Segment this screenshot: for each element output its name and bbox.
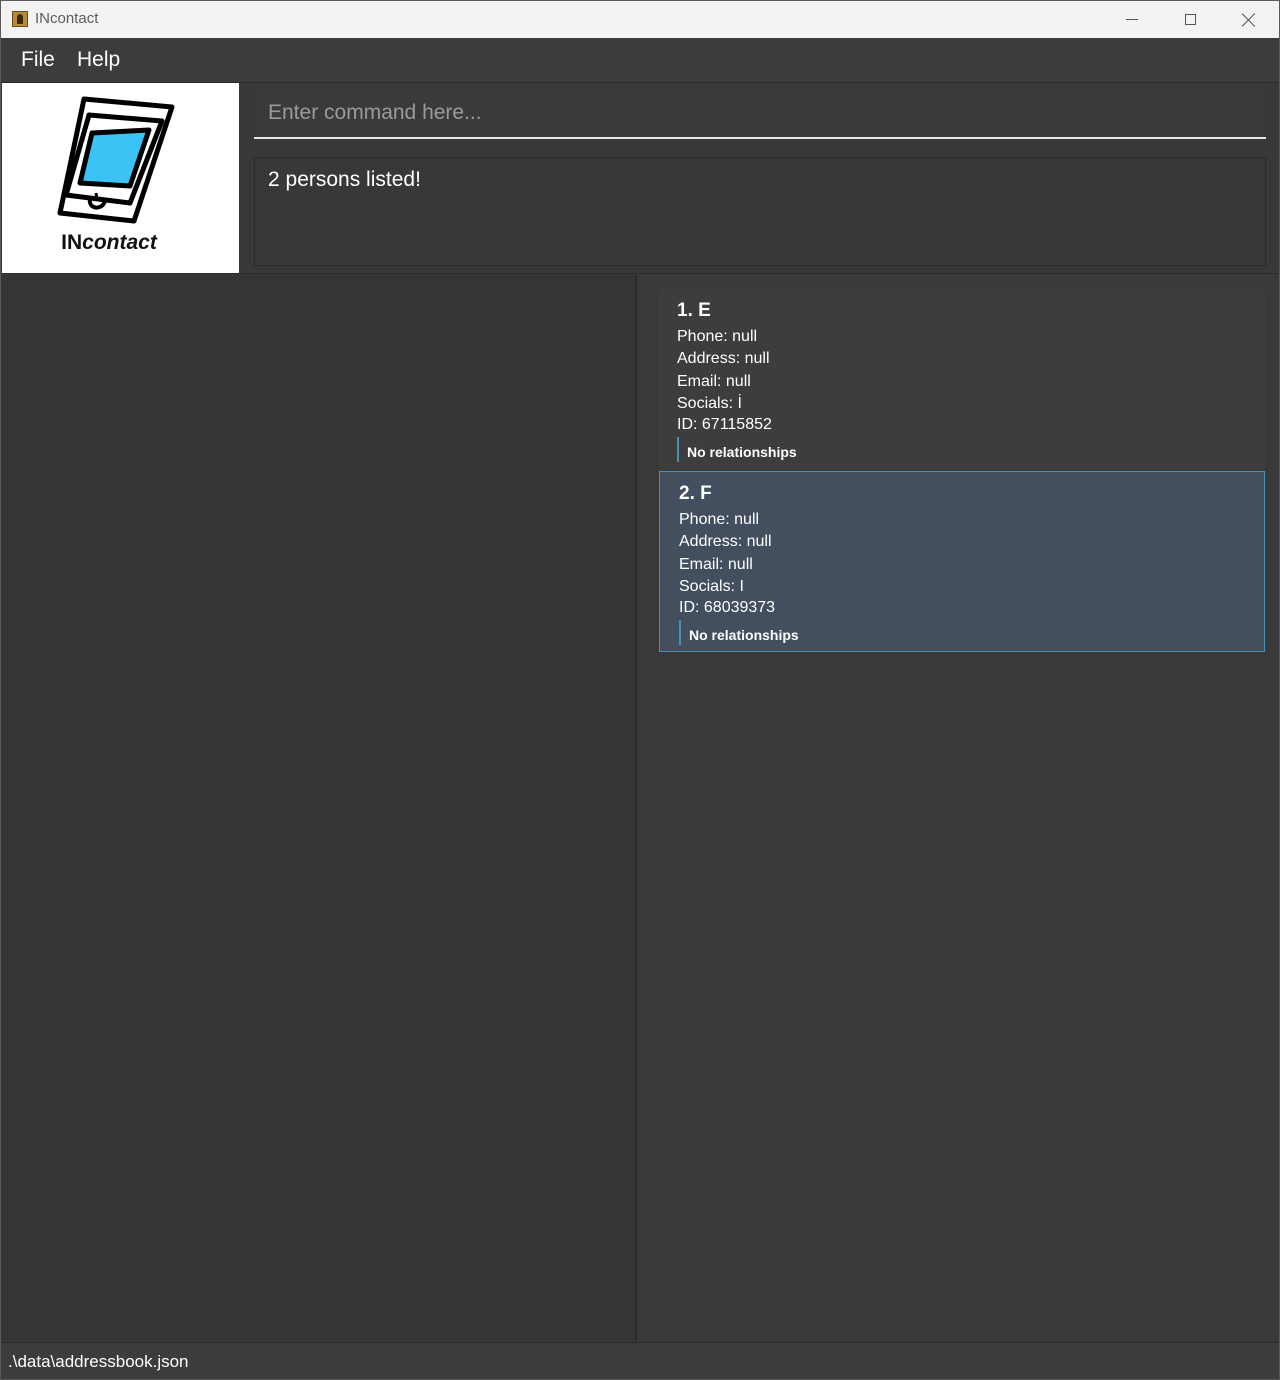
- maximize-button[interactable]: [1161, 1, 1219, 38]
- relationships-label: No relationships: [689, 627, 799, 643]
- person-address: Address: null: [677, 350, 770, 367]
- close-icon: [1242, 13, 1256, 27]
- app-logo: INcontact: [2, 83, 239, 273]
- menu-file[interactable]: File: [21, 48, 55, 72]
- minimize-icon: [1126, 19, 1138, 20]
- person-email: Email: null: [677, 373, 751, 390]
- menu-help[interactable]: Help: [77, 48, 120, 72]
- left-panel: [2, 275, 635, 1341]
- tablet-logo-icon: [57, 96, 175, 224]
- person-card-selected[interactable]: 2. F Phone: null Address: null Email: nu…: [659, 471, 1265, 652]
- app-window: INcontact File Help INcontact Enter comm…: [0, 0, 1280, 1380]
- person-card[interactable]: 1. E Phone: null Address: null Email: nu…: [659, 289, 1265, 470]
- relationships-box: No relationships: [679, 620, 799, 645]
- window-title: INcontact: [35, 10, 99, 27]
- menu-bar: File Help: [1, 38, 1279, 83]
- person-socials: Socials: İ: [677, 395, 742, 412]
- command-input[interactable]: [254, 89, 1266, 137]
- person-address: Address: null: [679, 533, 772, 550]
- data-file-path: .\data\addressbook.json: [8, 1352, 189, 1371]
- relationships-label: No relationships: [687, 444, 797, 460]
- person-name: 1. E: [677, 300, 711, 321]
- person-phone: Phone: null: [677, 328, 758, 345]
- logo-text: INcontact: [61, 231, 157, 254]
- person-phone: Phone: null: [679, 511, 760, 528]
- person-email: Email: null: [679, 556, 753, 573]
- status-bar: .\data\addressbook.json: [1, 1342, 1279, 1379]
- app-icon: [12, 11, 28, 27]
- person-name: 2. F: [679, 483, 712, 504]
- result-display: 2 persons listed!: [254, 157, 1266, 266]
- command-box: [254, 89, 1266, 139]
- result-message: 2 persons listed!: [268, 168, 421, 191]
- person-id: ID: 68039373: [679, 599, 776, 616]
- title-bar[interactable]: INcontact: [1, 1, 1279, 38]
- relationships-box: No relationships: [677, 437, 797, 462]
- person-id: ID: 67115852: [677, 416, 772, 433]
- minimize-button[interactable]: [1103, 1, 1161, 38]
- close-button[interactable]: [1220, 1, 1278, 38]
- person-socials: Socials: I: [679, 578, 744, 595]
- maximize-icon: [1184, 14, 1196, 25]
- divider: [1, 273, 1279, 274]
